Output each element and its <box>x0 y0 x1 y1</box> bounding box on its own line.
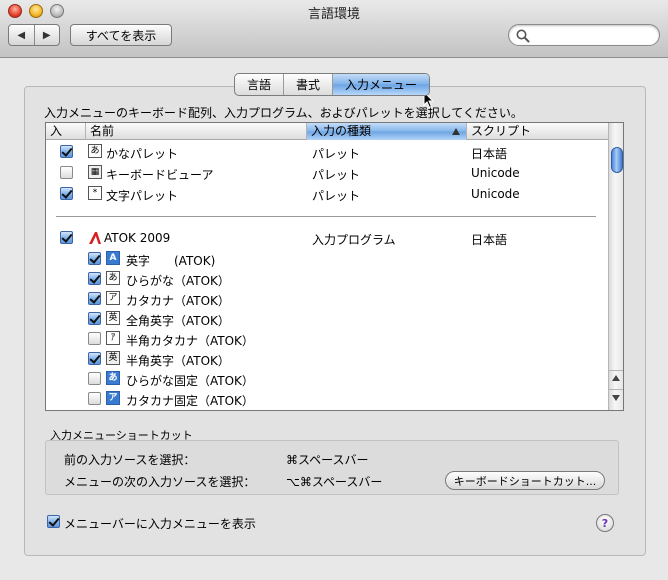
tab-input-menu[interactable]: 入力メニュー <box>332 74 430 95</box>
titlebar: 言語環境 ◀ ▶ すべてを表示 <box>0 0 668 58</box>
show-input-menu-checkbox[interactable] <box>47 515 60 528</box>
list-item-atok-hiragana-fixed[interactable]: あ ひらがな固定（ATOK） <box>46 370 608 390</box>
katakana-mode-icon: ア <box>106 291 120 305</box>
scroll-down-arrow-icon[interactable] <box>612 395 620 401</box>
scrollbar-separator <box>609 389 623 390</box>
tab-bar: 言語 書式 入力メニュー <box>234 73 431 96</box>
help-button[interactable]: ? <box>596 514 614 532</box>
column-header-name[interactable]: 名前 <box>86 123 307 140</box>
scroll-up-arrow-icon[interactable] <box>612 375 620 381</box>
item-kind: パレット <box>312 189 361 203</box>
input-menu-description: 入力メニューのキーボード配列、入力プログラム、およびパレットを選択してください。 <box>44 106 523 120</box>
enable-checkbox[interactable] <box>88 352 101 365</box>
atok-logo-icon <box>89 232 101 244</box>
item-name: キーボードビューア <box>106 168 214 182</box>
enable-checkbox[interactable] <box>88 272 101 285</box>
item-name: カタカナ（ATOK） <box>126 294 230 308</box>
list-item-atok-alpha[interactable]: A 英字 (ATOK) <box>46 250 608 270</box>
item-name: 文字パレット <box>106 189 179 203</box>
forward-arrow-icon: ▶ <box>42 29 51 41</box>
show-all-button[interactable]: すべてを表示 <box>70 24 172 46</box>
list-item-keyboard-viewer[interactable]: ▦ キーボードビューア パレット Unicode <box>46 164 608 184</box>
keyboard-viewer-icon: ▦ <box>88 165 102 179</box>
enable-checkbox[interactable] <box>60 231 73 244</box>
input-source-list[interactable]: 入 名前 入力の種類 スクリプト あ かなパレット パレット 日本語 ▦ キーボ… <box>45 122 624 411</box>
hiragana-fixed-mode-icon: あ <box>106 371 120 385</box>
enable-checkbox[interactable] <box>88 332 101 345</box>
item-name: 半角カタカナ（ATOK） <box>126 334 254 348</box>
item-script: Unicode <box>471 187 520 201</box>
hiragana-mode-icon: あ <box>106 271 120 285</box>
enable-checkbox[interactable] <box>88 392 101 405</box>
window-title: 言語環境 <box>307 7 360 22</box>
sort-ascending-icon <box>452 128 460 135</box>
item-name: 半角英字（ATOK） <box>126 354 230 368</box>
search-input[interactable] <box>533 27 651 43</box>
prev-source-shortcut: ⌘スペースバー <box>286 453 369 467</box>
list-divider <box>56 216 596 217</box>
item-kind: 入力プログラム <box>312 233 396 247</box>
katakana-fixed-mode-icon: ア <box>106 391 120 405</box>
scrollbar-separator <box>609 370 623 371</box>
item-name: 英字 (ATOK) <box>126 254 216 268</box>
next-source-label: メニューの次の入力ソースを選択： <box>64 475 256 489</box>
item-kind: パレット <box>312 147 361 161</box>
preferences-window: 言語環境 ◀ ▶ すべてを表示 言語 書式 入力メニュー 入力メニューのキーボー… <box>0 0 668 580</box>
search-field[interactable] <box>508 24 660 46</box>
scrollbar-thumb[interactable] <box>611 147 623 173</box>
fullwidth-alpha-mode-icon: 英 <box>106 311 120 325</box>
kana-palette-icon: あ <box>88 144 102 158</box>
alphanumeric-mode-icon: A <box>106 251 120 265</box>
enable-checkbox[interactable] <box>60 187 73 200</box>
item-name: ひらがな固定（ATOK） <box>126 374 254 388</box>
item-script: 日本語 <box>471 147 508 161</box>
prev-source-label: 前の入力ソースを選択： <box>64 453 196 467</box>
back-forward-control: ◀ ▶ <box>8 24 60 46</box>
item-name: カタカナ固定（ATOK） <box>126 394 254 408</box>
item-name: かなパレット <box>106 147 179 161</box>
enable-checkbox[interactable] <box>88 312 101 325</box>
list-item-kana-palette[interactable]: あ かなパレット パレット 日本語 <box>46 143 608 163</box>
item-script: 日本語 <box>471 233 508 247</box>
list-item-atok-katakana-fixed[interactable]: ア カタカナ固定（ATOK） <box>46 390 608 410</box>
column-header-script[interactable]: スクリプト <box>467 123 608 140</box>
list-item-atok-fullwidth-alpha[interactable]: 英 全角英字（ATOK） <box>46 310 608 330</box>
list-header: 入 名前 入力の種類 スクリプト <box>46 123 608 140</box>
column-header-input-kind-label: 入力の種類 <box>311 124 372 138</box>
item-name: ATOK 2009 <box>104 231 171 245</box>
forward-button[interactable]: ▶ <box>33 25 60 45</box>
item-kind: パレット <box>312 168 361 182</box>
show-input-menu-label: メニューバーに入力メニューを表示 <box>64 517 256 531</box>
item-name: ひらがな（ATOK） <box>126 274 230 288</box>
enable-checkbox[interactable] <box>88 252 101 265</box>
back-arrow-icon: ◀ <box>17 29 26 41</box>
next-source-shortcut: ⌥⌘スペースバー <box>286 475 383 489</box>
search-icon <box>516 29 530 43</box>
item-script: Unicode <box>471 166 520 180</box>
tab-formats[interactable]: 書式 <box>283 74 332 95</box>
enable-checkbox[interactable] <box>60 145 73 158</box>
enable-checkbox[interactable] <box>88 372 101 385</box>
item-name: 全角英字（ATOK） <box>126 314 230 328</box>
list-item-atok-halfwidth-alpha[interactable]: 英 半角英字（ATOK） <box>46 350 608 370</box>
tab-language[interactable]: 言語 <box>235 74 283 95</box>
list-item-atok-hiragana[interactable]: あ ひらがな（ATOK） <box>46 270 608 290</box>
enable-checkbox[interactable] <box>60 166 73 179</box>
halfwidth-katakana-mode-icon: ｱ <box>106 331 120 345</box>
keyboard-shortcuts-button[interactable]: キーボードショートカット... <box>445 471 605 490</box>
vertical-scrollbar[interactable] <box>608 123 623 410</box>
list-item-atok[interactable]: ATOK 2009 入力プログラム 日本語 <box>46 229 608 249</box>
list-item-atok-katakana[interactable]: ア カタカナ（ATOK） <box>46 290 608 310</box>
column-header-enabled[interactable]: 入 <box>46 123 86 140</box>
column-header-input-kind[interactable]: 入力の種類 <box>307 123 467 140</box>
character-palette-icon: * <box>88 186 102 200</box>
halfwidth-alpha-mode-icon: 英 <box>106 351 120 365</box>
back-button[interactable]: ◀ <box>9 25 34 45</box>
list-item-atok-halfwidth-katakana[interactable]: ｱ 半角カタカナ（ATOK） <box>46 330 608 350</box>
list-item-character-palette[interactable]: * 文字パレット パレット Unicode <box>46 185 608 205</box>
enable-checkbox[interactable] <box>88 292 101 305</box>
